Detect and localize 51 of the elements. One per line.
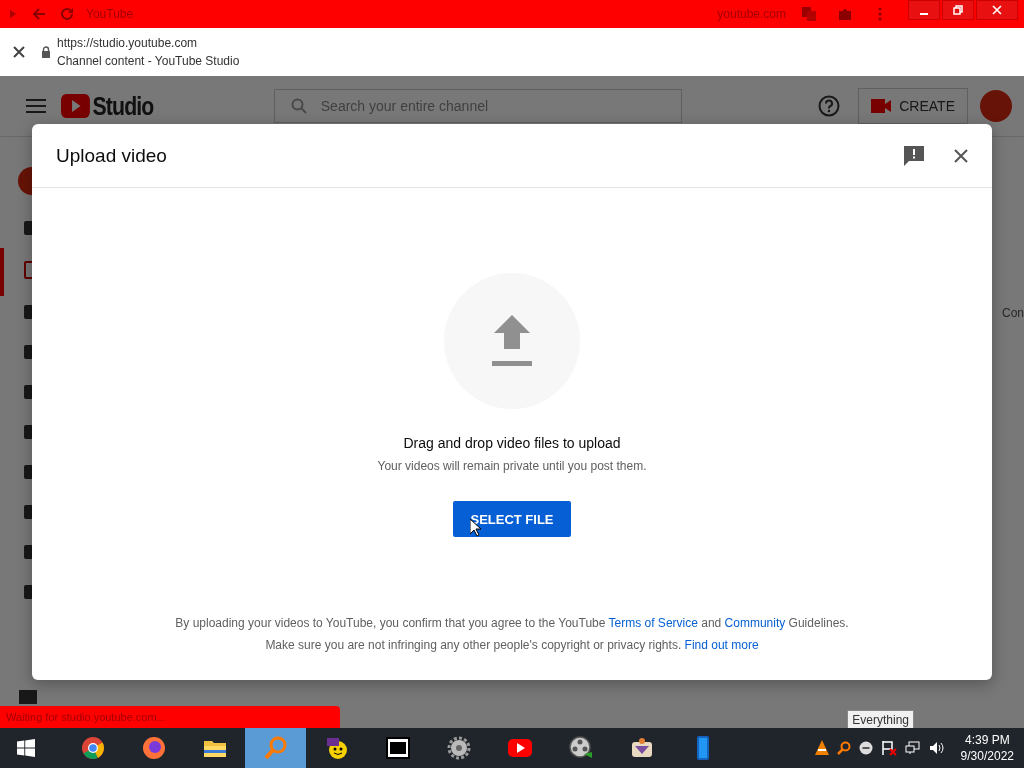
minimize-button[interactable] <box>908 0 940 20</box>
gear-icon <box>446 736 471 760</box>
close-icon[interactable] <box>13 46 25 58</box>
firefox-icon <box>141 736 166 760</box>
magnifier-icon[interactable] <box>836 741 851 755</box>
menu-icon[interactable] <box>26 99 46 113</box>
speaker-icon[interactable] <box>928 741 945 755</box>
camera-icon <box>871 99 892 113</box>
page-title: Channel content - YouTube Studio <box>57 54 240 68</box>
privacy-note: Your videos will remain private until you post them. <box>377 459 647 473</box>
film-reel-icon <box>568 736 593 760</box>
legal-text: and <box>700 616 723 630</box>
select-file-button[interactable]: SELECT FILE <box>453 501 571 537</box>
logo-text: Studio <box>92 91 154 121</box>
tab-title: YouTube <box>86 7 134 21</box>
flag-icon[interactable] <box>880 740 897 756</box>
link[interactable]: Find out more <box>684 638 759 652</box>
close-icon <box>992 5 1002 15</box>
close-icon[interactable] <box>954 148 968 163</box>
legal-text: By uploading your videos to YouTube, you confirm that you agree to the YouTube <box>175 616 607 630</box>
play-logo-icon <box>61 94 90 118</box>
magnifier-icon <box>263 736 288 760</box>
windows-icon <box>17 739 35 757</box>
restore-button[interactable] <box>942 0 974 20</box>
close-button[interactable] <box>976 0 1018 20</box>
dialog-title: Upload video <box>56 144 168 167</box>
upload-icon <box>492 315 532 367</box>
help-icon[interactable] <box>818 95 841 117</box>
legal-text: Guidelines. <box>787 616 849 630</box>
legal-text: Make sure you are not infringing any other people's copyright or privacy rights. <box>265 638 683 652</box>
url-text: https://studio.youtube.com <box>57 36 199 50</box>
lock-icon <box>41 46 51 58</box>
drop-heading: Drag and drop video files to upload <box>403 435 621 451</box>
network-icon[interactable] <box>904 741 921 755</box>
cone-icon[interactable] <box>814 740 829 756</box>
minimize-icon <box>920 13 928 15</box>
column-label: Con <box>1002 306 1024 320</box>
tooltip: Everything <box>847 710 914 728</box>
archive-icon <box>385 736 410 760</box>
play-logo-icon <box>507 736 532 760</box>
clock[interactable]: 4:39 PM 9/30/2022 <box>960 733 1014 763</box>
site-name: youtube.com <box>717 7 786 21</box>
status-text: Waiting for studio.youtube.com... <box>0 706 340 728</box>
search-icon <box>290 98 307 114</box>
chrome-icon <box>80 736 105 760</box>
avatar[interactable] <box>980 90 1012 122</box>
restore-icon <box>953 5 963 15</box>
palette-icon <box>629 736 654 760</box>
link[interactable]: Terms of Service <box>608 616 698 630</box>
link[interactable]: Community <box>724 616 786 630</box>
create-button[interactable]: CREATE <box>858 88 968 124</box>
